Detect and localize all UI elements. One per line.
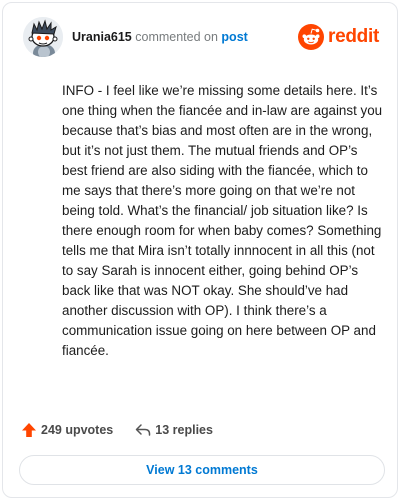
avatar[interactable] [23, 17, 63, 57]
view-comments-button[interactable]: View 13 comments [19, 455, 385, 485]
reply-label: 13 replies [155, 423, 213, 437]
reply-arrow-icon [136, 424, 151, 436]
post-link[interactable]: post [221, 30, 247, 44]
upvote-count[interactable]: 249 upvotes [21, 422, 113, 438]
username-link[interactable]: Urania615 [72, 30, 132, 44]
comment-byline: Urania615 commented on post [72, 29, 248, 45]
action-text: commented on [135, 30, 218, 44]
reddit-brand[interactable]: reddit [298, 24, 379, 50]
reply-count[interactable]: 13 replies [135, 422, 213, 438]
comment-meta: 249 upvotes 13 replies [21, 421, 213, 439]
comment-header: Urania615 commented on post reddit [23, 17, 379, 57]
snoo-avatar-icon [23, 17, 63, 57]
reddit-wordmark: reddit [328, 26, 379, 47]
upvote-arrow-icon [22, 423, 36, 437]
reddit-logo-icon [298, 24, 325, 50]
comment-body: INFO - I feel like we’re missing some de… [62, 83, 383, 358]
upvote-label: 249 upvotes [41, 423, 114, 437]
comment-card: Urania615 commented on post reddit INFO … [2, 2, 398, 498]
